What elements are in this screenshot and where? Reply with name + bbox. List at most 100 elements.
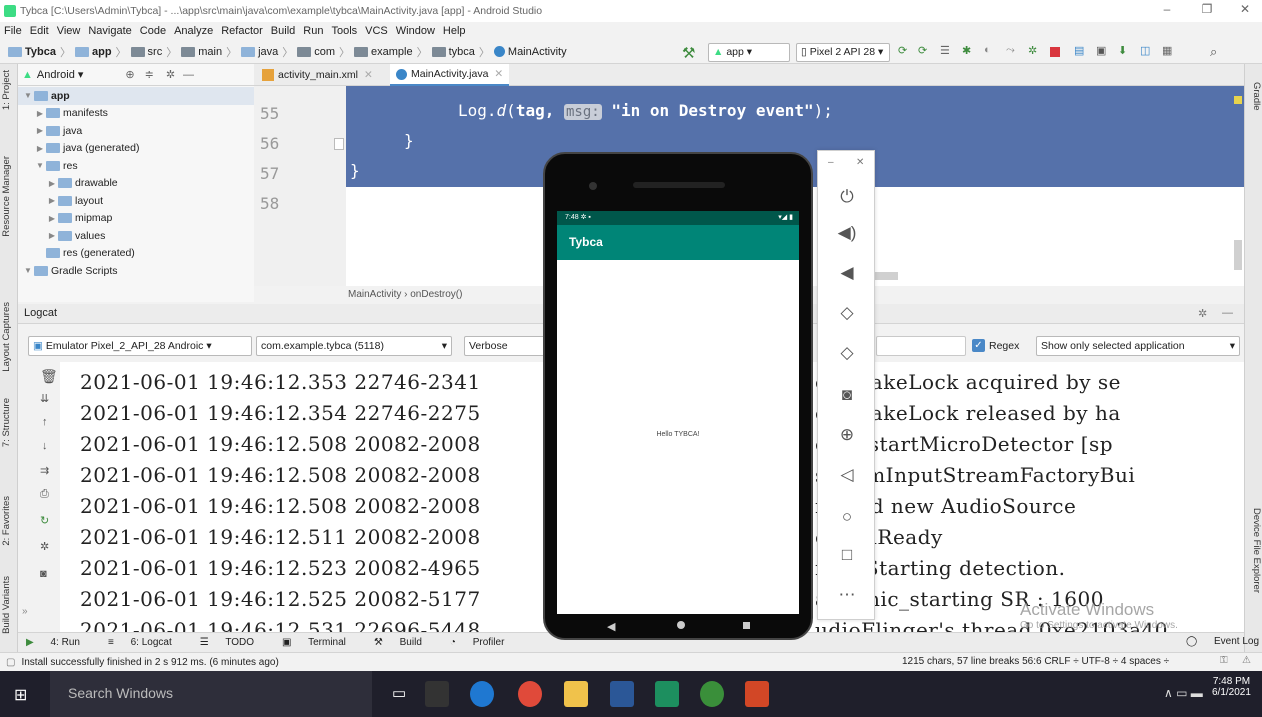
coverage-icon[interactable]: ☰ [940,44,956,60]
taskbar-search-box[interactable]: Search Windows [50,671,372,717]
status-icon[interactable]: ▢ [6,657,15,668]
tree-item[interactable]: ▶ mipmap [18,210,254,228]
menu-window[interactable]: Window [396,25,435,37]
chrome-app-icon[interactable] [518,681,542,707]
expand-down-icon[interactable]: ▼ [22,266,34,275]
arrow-down-icon[interactable]: ↓ [42,440,48,452]
back-icon[interactable]: ◁ [818,465,876,485]
code-line-55[interactable]: Log.d(tag, msg: "in on Destroy event"); [458,101,833,120]
breadcrumb-mainactivity[interactable]: MainActivity [493,46,567,58]
menu-refactor[interactable]: Refactor [221,25,263,37]
breadcrumb-main[interactable]: main [181,46,222,58]
tab-mainactivity-java[interactable]: MainActivity.java ✕ [390,64,510,86]
log-line-left[interactable]: 2021-06-01 19:46:12.523 20082-4965 [80,556,481,580]
editor-scrollbar[interactable] [1234,240,1242,270]
restore-button[interactable]: ❐ [1192,2,1222,20]
notifications-icon[interactable]: ⚠ [1242,655,1251,666]
powerpoint-app-icon[interactable] [745,681,769,707]
log-line-left[interactable]: 2021-06-01 19:46:12.353 22746-2341 [80,370,481,394]
tree-item[interactable]: ▶ java [18,122,254,140]
status-message[interactable]: Install successfully finished in 2 s 912… [21,657,278,668]
edge-app-icon[interactable] [470,681,494,707]
tab-layout-captures[interactable]: Layout Captures [1,302,17,372]
soft-wrap-icon[interactable]: ⇉ [40,464,49,477]
log-line-left[interactable]: 2021-06-01 19:46:12.531 22696-5448 [80,618,481,632]
task-view-icon[interactable]: ▭ [392,684,406,702]
run-config-select[interactable]: ▲ app ▾ [708,43,790,62]
status-info[interactable]: 1215 chars, 57 line breaks 56:6 CRLF ÷ U… [902,656,1169,667]
regex-checkbox[interactable]: ✓ [972,339,985,352]
gear-icon[interactable]: ✲ [1198,307,1207,320]
tab-activity-main-xml[interactable]: activity_main.xml ✕ [256,64,379,86]
collapse-all-icon[interactable]: ≑ [145,68,154,81]
process-filter-select[interactable]: com.example.tybca (5118) ▾ [256,336,452,356]
print-icon[interactable]: ⎙ [40,488,49,501]
more-options-icon[interactable]: ⋯ [818,585,876,605]
attach-debugger-icon[interactable]: ⤳ [1006,44,1022,60]
menu-navigate[interactable]: Navigate [88,25,131,37]
scroll-from-source-icon[interactable]: ⊕ [125,68,134,81]
tree-item[interactable]: ▼ Gradle Scripts [18,262,254,280]
fold-marker-icon[interactable] [334,138,344,150]
close-emulator-button[interactable]: ✕ [856,157,864,168]
taskbar-clock[interactable]: 7:48 PM 6/1/2021 [1212,676,1251,698]
breadcrumb-com[interactable]: com [297,46,335,58]
menu-run[interactable]: Run [303,25,323,37]
tab-resource-manager[interactable]: Resource Manager [1,156,17,237]
rotate-left-icon[interactable]: ◇ [818,303,876,323]
code-line-56[interactable]: } [404,131,414,150]
close-tab-icon[interactable]: ✕ [494,68,503,80]
home-nav-icon[interactable] [677,621,685,629]
tree-item[interactable]: ▼ res [18,157,254,175]
lock-icon[interactable]: ⚿ [1220,655,1228,666]
emulator-app-icon[interactable] [700,681,724,707]
hammer-icon[interactable]: ⚒ [682,44,698,62]
expand-down-icon[interactable]: ▼ [34,161,46,170]
hide-panel-icon[interactable]: — [1222,307,1233,319]
log-line-left[interactable]: 2021-06-01 19:46:12.508 20082-2008 [80,432,481,456]
more-icon[interactable]: » [22,606,28,617]
volume-down-icon[interactable]: ◀ [818,263,876,283]
close-tab-icon[interactable]: ✕ [364,69,373,81]
menu-edit[interactable]: Edit [30,25,49,37]
volume-up-icon[interactable]: ◀) [818,223,876,243]
device-select[interactable]: ▯ Pixel 2 API 28 ▾ [796,43,890,62]
layout-inspector-icon[interactable]: ◫ [1140,44,1156,60]
word-app-icon[interactable] [610,681,634,707]
zoom-icon[interactable]: ⊕ [818,425,876,445]
breadcrumb-tybca[interactable]: Tybca [8,46,56,58]
overview-icon[interactable]: □ [818,545,876,565]
tree-item[interactable]: ▶ java (generated) [18,140,254,158]
tray-icons[interactable]: ∧ ▭ ▬ [1164,686,1203,700]
avd-manager-icon[interactable]: ▣ [1096,44,1112,60]
debug-icon[interactable]: ✱ [962,44,978,60]
bug-icon[interactable]: ✲ [1028,44,1044,60]
sdk-manager-icon[interactable]: ⬇ [1118,44,1134,60]
stop-icon[interactable] [1050,47,1060,57]
breadcrumb-app[interactable]: app [74,46,112,58]
tab-structure[interactable]: 7: Structure [1,398,17,447]
breadcrumb-tybca-package[interactable]: tybca [431,46,475,58]
menu-help[interactable]: Help [443,25,466,37]
tab-profiler[interactable]: ◔ Profiler [450,637,519,648]
expand-right-icon[interactable]: ▶ [46,231,58,240]
menu-analyze[interactable]: Analyze [174,25,213,37]
power-icon[interactable]: ⏻ [818,187,876,207]
breadcrumb-java[interactable]: java [241,46,278,58]
back-nav-icon[interactable]: ◀ [607,620,615,633]
menu-code[interactable]: Code [140,25,166,37]
project-structure-icon[interactable]: ▦ [1162,44,1178,60]
expand-right-icon[interactable]: ▶ [34,126,46,135]
tab-todo[interactable]: ☰ TODO [200,637,268,648]
gear-icon[interactable]: ✲ [40,540,49,553]
expand-right-icon[interactable]: ▶ [46,179,58,188]
menu-vcs[interactable]: VCS [365,25,388,37]
breadcrumb-src[interactable]: src [130,46,162,58]
app-filter-select[interactable]: Show only selected application ▾ [1036,336,1240,356]
expand-right-icon[interactable]: ▶ [46,214,58,223]
camera-icon[interactable]: ◙ [818,385,876,405]
expand-right-icon[interactable]: ▶ [46,196,58,205]
sync-gradle-icon[interactable]: ▤ [1074,44,1090,60]
tree-item[interactable]: ▶ layout [18,192,254,210]
menu-file[interactable]: File [4,25,22,37]
